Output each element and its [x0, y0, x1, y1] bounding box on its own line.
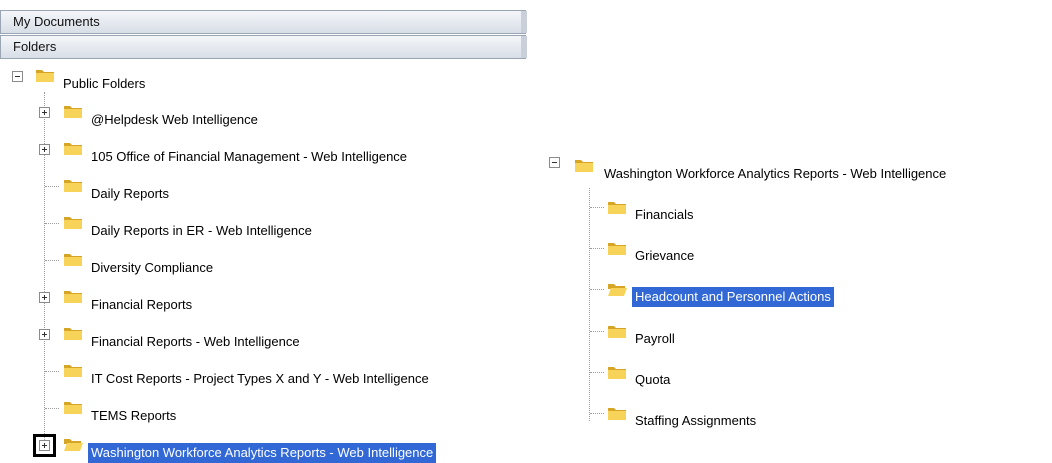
folder-icon	[64, 217, 82, 229]
folder-icon	[608, 367, 626, 379]
folder-icon	[608, 202, 626, 214]
folder-open-icon	[608, 284, 627, 296]
tree-item[interactable]: Payroll	[632, 329, 678, 349]
folder-icon	[608, 408, 626, 420]
tree-item[interactable]: Diversity Compliance	[88, 258, 216, 278]
folder-icon	[64, 402, 82, 414]
tree-item[interactable]: Quota	[632, 370, 673, 390]
collapse-icon[interactable]	[12, 71, 23, 82]
folder-open-icon	[64, 439, 83, 451]
expand-icon[interactable]	[39, 144, 50, 155]
folder-icon	[64, 143, 82, 155]
folder-icon	[64, 180, 82, 192]
folder-icon	[64, 365, 82, 377]
folder-icon	[608, 243, 626, 255]
folder-icon	[64, 328, 82, 340]
folder-tree-left: Public Folders @Helpdesk Web Intelligenc…	[0, 0, 526, 463]
tree-item-washington-workforce-root[interactable]: Washington Workforce Analytics Reports -…	[601, 164, 949, 184]
tree-item[interactable]: IT Cost Reports - Project Types X and Y …	[88, 369, 432, 389]
tree-item[interactable]: TEMS Reports	[88, 406, 179, 426]
tree-item[interactable]: Financial Reports	[88, 295, 195, 315]
folder-icon	[64, 254, 82, 266]
tree-item[interactable]: Financials	[632, 205, 697, 225]
tree-item[interactable]: Daily Reports in ER - Web Intelligence	[88, 221, 315, 241]
collapse-icon[interactable]	[549, 157, 560, 168]
tree-item[interactable]: @Helpdesk Web Intelligence	[88, 110, 261, 130]
expand-icon[interactable]	[39, 292, 50, 303]
tree-item[interactable]: Staffing Assignments	[632, 411, 759, 431]
folder-tree-right: Washington Workforce Analytics Reports -…	[540, 0, 1052, 461]
expand-icon[interactable]	[39, 107, 50, 118]
tree-item[interactable]: Daily Reports	[88, 184, 172, 204]
tree-item-public-folders[interactable]: Public Folders	[60, 74, 148, 94]
folder-icon	[608, 326, 626, 338]
folder-icon	[36, 70, 54, 82]
tree-item[interactable]: Washington Workforce Analytics Reports -…	[88, 443, 437, 463]
tree-item[interactable]: Financial Reports - Web Intelligence	[88, 332, 303, 352]
folder-icon	[64, 291, 82, 303]
expand-icon[interactable]	[39, 329, 50, 340]
folder-icon	[575, 160, 593, 172]
folder-icon	[64, 106, 82, 118]
expand-icon[interactable]	[33, 434, 56, 457]
tree-item[interactable]: 105 Office of Financial Management - Web…	[88, 147, 410, 167]
tree-item[interactable]: Headcount and Personnel Actions	[632, 287, 834, 307]
tree-item[interactable]: Grievance	[632, 246, 697, 266]
